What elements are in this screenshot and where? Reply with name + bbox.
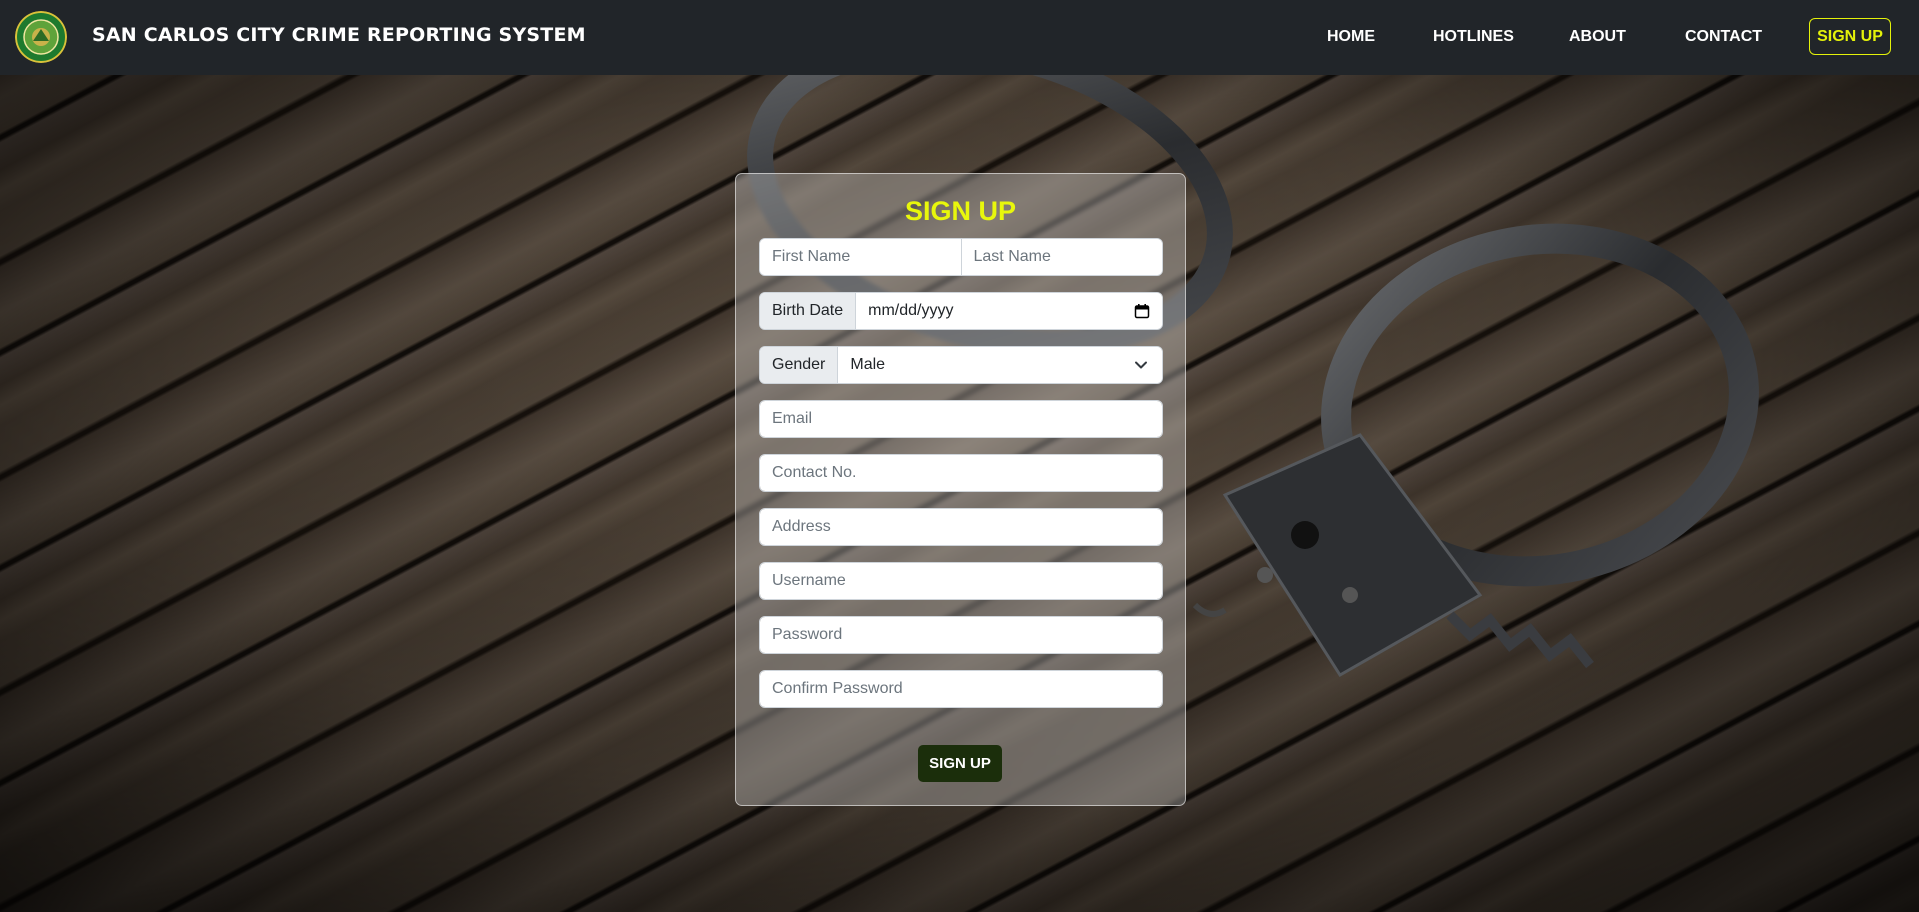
nav-home-link[interactable]: HOME	[1327, 28, 1375, 46]
contact-group: Contact No.	[759, 454, 1163, 492]
site-brand-title[interactable]: SAN CARLOS CITY CRIME REPORTING SYSTEM	[92, 24, 586, 46]
nav-hotlines-link[interactable]: HOTLINES	[1433, 28, 1514, 46]
last-name-input[interactable]: Last Name	[960, 239, 1162, 275]
address-input[interactable]: Address	[760, 509, 1162, 545]
nav-signup-button[interactable]: SIGN UP	[1809, 18, 1891, 55]
first-name-input[interactable]: First Name	[760, 239, 961, 275]
gender-selected-value: Male	[850, 356, 886, 373]
email-input[interactable]: Email	[760, 401, 1162, 437]
username-group: Username	[759, 562, 1163, 600]
calendar-icon[interactable]	[1134, 303, 1150, 319]
form-title: SIGN UP	[904, 196, 1017, 226]
city-seal-logo[interactable]	[15, 11, 67, 63]
birth-date-value: mm/dd/yyyy	[868, 302, 954, 319]
gender-label: Gender	[760, 347, 839, 383]
contact-number-input[interactable]: Contact No.	[760, 455, 1162, 491]
birth-date-group: Birth Date mm/dd/yyyy	[759, 292, 1163, 330]
chevron-down-icon	[1135, 361, 1147, 369]
top-navbar: SAN CARLOS CITY CRIME REPORTING SYSTEM H…	[0, 0, 1919, 75]
name-row: First Name Last Name	[759, 238, 1163, 276]
confirm-password-input[interactable]: Confirm Password	[760, 671, 1162, 707]
nav-about-link[interactable]: ABOUT	[1569, 28, 1626, 46]
birth-date-label: Birth Date	[760, 293, 857, 329]
confirm-password-group: Confirm Password	[759, 670, 1163, 708]
birth-date-input[interactable]: mm/dd/yyyy	[856, 293, 1162, 329]
signup-form-card: SIGN UP First Name Last Name Birth Date …	[735, 173, 1186, 806]
nav-contact-link[interactable]: CONTACT	[1685, 28, 1762, 46]
password-group: Password	[759, 616, 1163, 654]
signup-submit-button[interactable]: SIGN UP	[918, 745, 1002, 782]
password-input[interactable]: Password	[760, 617, 1162, 653]
gender-select[interactable]: Male	[838, 347, 1162, 383]
username-input[interactable]: Username	[760, 563, 1162, 599]
address-group: Address	[759, 508, 1163, 546]
email-group: Email	[759, 400, 1163, 438]
gender-group: Gender Male	[759, 346, 1163, 384]
